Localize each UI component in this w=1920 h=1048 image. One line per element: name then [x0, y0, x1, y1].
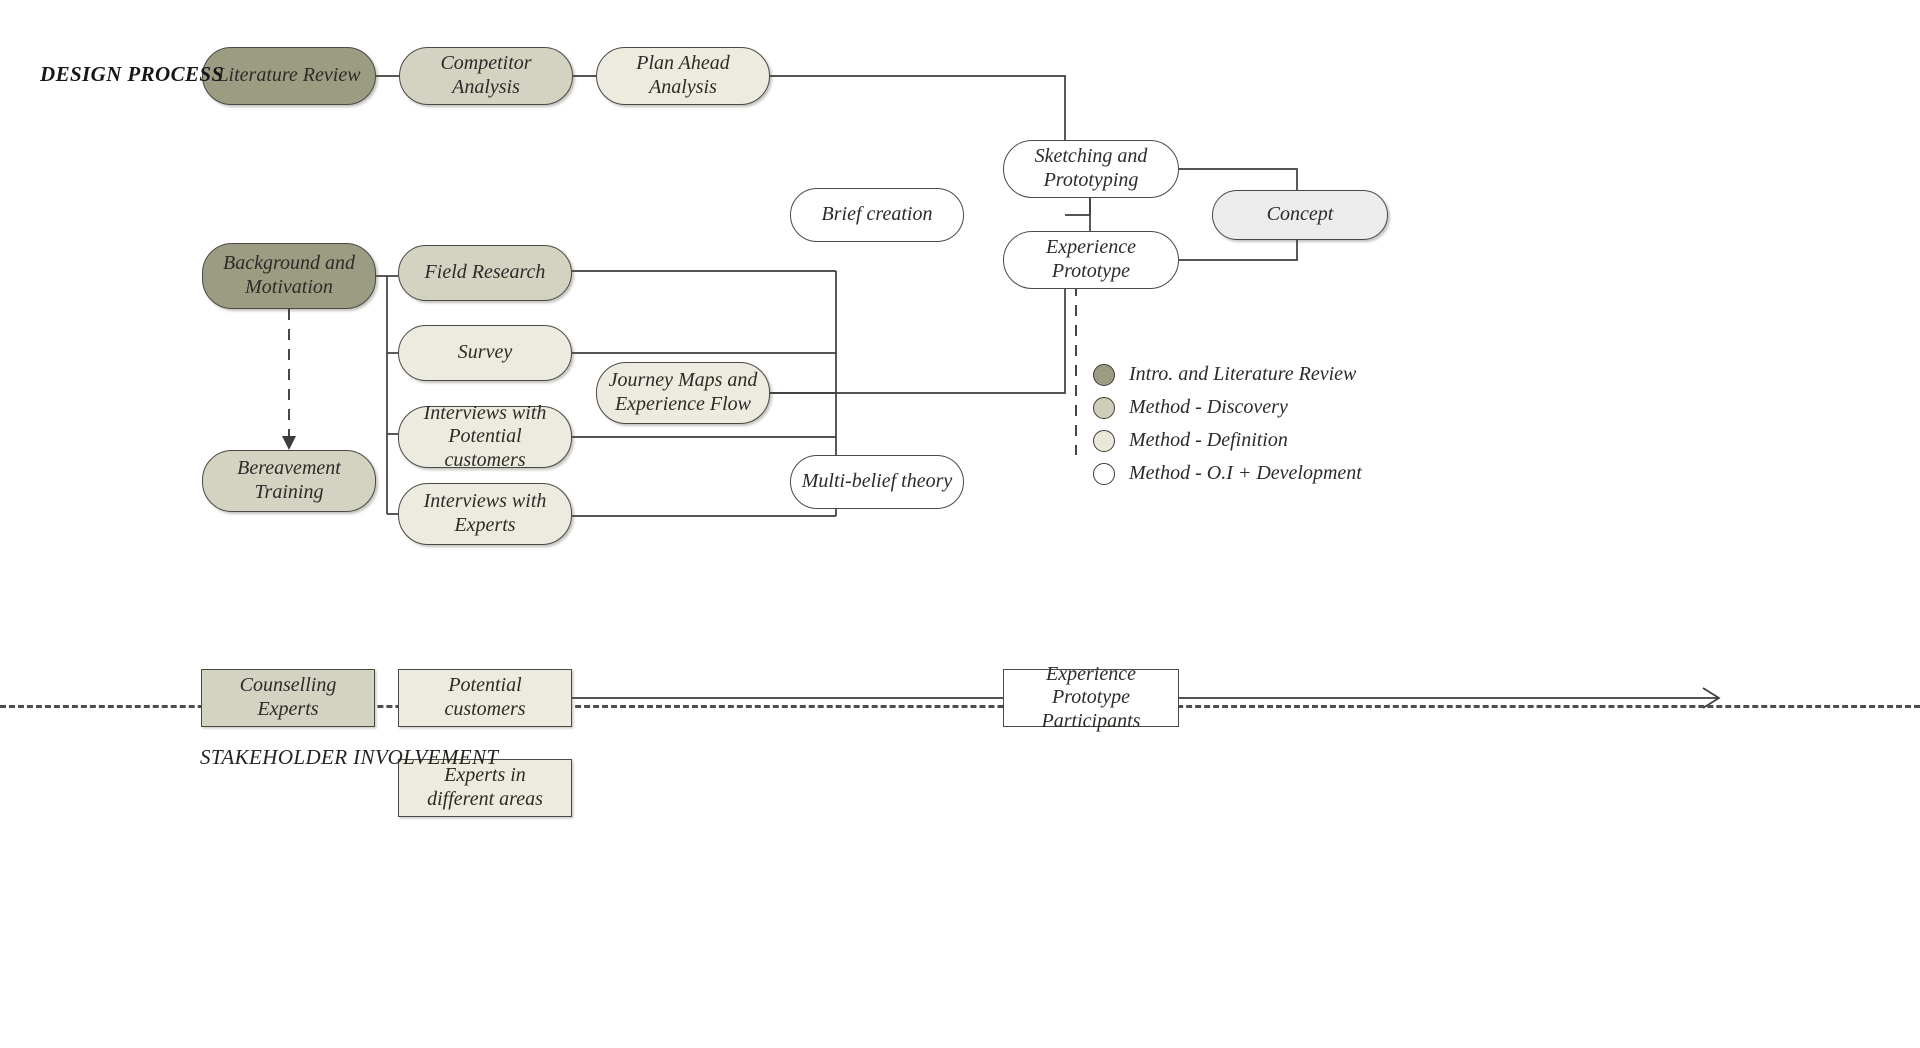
legend-item-method-oi-development: Method - O.I + Development: [1093, 457, 1362, 490]
arrow-head-bereavement: [282, 436, 296, 450]
node-concept[interactable]: Concept: [1212, 190, 1388, 240]
node-sketching-and-prototyping[interactable]: Sketching and Prototyping: [1003, 140, 1179, 198]
node-experience-prototype[interactable]: Experience Prototype: [1003, 231, 1179, 289]
stakeholder-involvement-title: STAKEHOLDER INVOLVEMENT: [200, 745, 499, 769]
node-plan-ahead-analysis[interactable]: Plan Ahead Analysis: [596, 47, 770, 105]
legend-item-label: Method - Discovery: [1129, 396, 1288, 418]
legend-item-method-definition: Method - Definition: [1093, 424, 1362, 457]
legend-swatch-icon: [1093, 462, 1115, 485]
legend-item-method-discovery: Method - Discovery: [1093, 391, 1362, 424]
legend-item-label: Method - Definition: [1129, 429, 1288, 451]
legend-item-label: Intro. and Literature Review: [1129, 363, 1357, 385]
wire-expproto-to-concept: [1179, 240, 1298, 261]
node-literature-review[interactable]: Literature Review: [202, 47, 376, 105]
node-bereavement-training[interactable]: Bereavement Training: [202, 450, 376, 512]
legend-item-label: Method - O.I + Development: [1129, 462, 1362, 484]
node-survey[interactable]: Survey: [398, 325, 572, 381]
legend-swatch-icon: [1093, 396, 1115, 419]
node-experience-prototype-participants[interactable]: Experience Prototype Participants: [1003, 663, 1179, 732]
node-competitor-analysis[interactable]: Competitor Analysis: [399, 47, 573, 105]
node-multi-belief-theory[interactable]: Multi-belief theory: [790, 455, 964, 509]
legend-swatch-icon: [1093, 363, 1115, 386]
node-interviews-with-experts[interactable]: Interviews with Experts: [398, 483, 572, 545]
wire-sketching-to-concept: [1179, 168, 1298, 190]
node-brief-creation[interactable]: Brief creation: [790, 188, 964, 242]
diagram-canvas: DESIGN PROCESS STAKEHOLDER INVOLVEMENT L…: [0, 0, 1920, 1048]
legend-item-intro-literature-review: Intro. and Literature Review: [1093, 358, 1362, 391]
connector-layer: [282, 75, 1721, 709]
node-field-research[interactable]: Field Research: [398, 245, 572, 301]
legend: Intro. and Literature Review Method - Di…: [1093, 358, 1362, 490]
design-process-title: DESIGN PROCESS: [40, 62, 224, 86]
node-counselling-experts[interactable]: Counselling Experts: [201, 669, 375, 727]
node-interviews-with-potential-customers[interactable]: Interviews with Potential customers: [398, 402, 572, 471]
node-journey-maps-and-experience-flow[interactable]: Journey Maps and Experience Flow: [596, 362, 770, 424]
legend-swatch-icon: [1093, 429, 1115, 452]
node-potential-customers[interactable]: Potential customers: [398, 669, 572, 727]
node-background-and-motivation[interactable]: Background and Motivation: [202, 243, 376, 309]
